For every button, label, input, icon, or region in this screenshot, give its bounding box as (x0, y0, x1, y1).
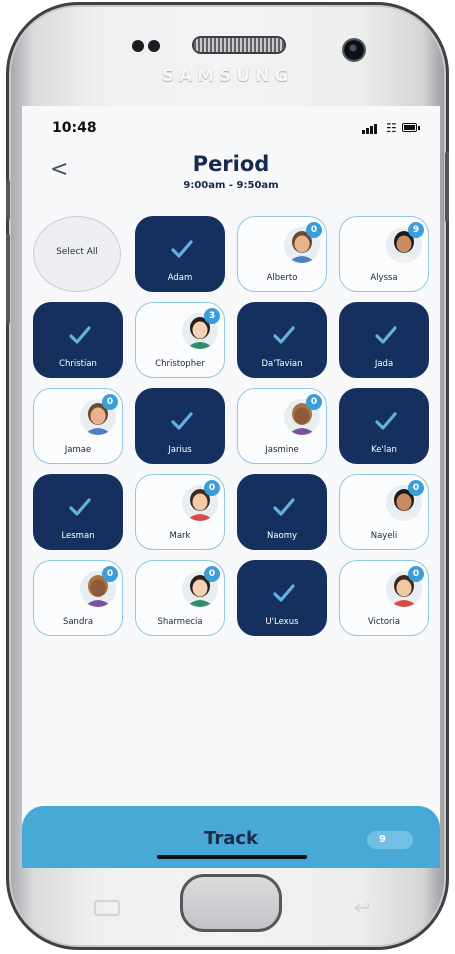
student-tile[interactable]: Christian (33, 302, 123, 378)
home-indicator (157, 855, 307, 859)
count-badge: 0 (306, 222, 322, 238)
checkmark-icon (375, 412, 397, 430)
student-name: Christian (59, 359, 97, 369)
count-badge: 0 (204, 566, 220, 582)
student-name: Ke'lan (371, 445, 397, 455)
home-button[interactable] (180, 874, 282, 932)
student-name: Jasmine (265, 445, 299, 455)
volume-up-button (6, 180, 10, 220)
front-camera-icon (344, 40, 364, 60)
status-icons: ☷ (362, 122, 422, 134)
back-key-icon[interactable]: ↩ (354, 895, 371, 919)
student-name: Sharmecia (157, 617, 203, 627)
checkmark-icon (375, 326, 397, 344)
status-time: 10:48 (52, 120, 97, 136)
brand-logo: SAMSUNG (161, 66, 294, 86)
earpiece-speaker (194, 38, 284, 52)
checkmark-icon (69, 326, 91, 344)
recent-apps-icon[interactable] (94, 900, 120, 916)
period-time: 9:00am - 9:50am (183, 180, 279, 191)
student-tile[interactable]: Adam (135, 216, 225, 292)
selected-count-badge: 9 (367, 831, 413, 849)
student-name: Mark (169, 531, 191, 541)
student-tile[interactable]: 0 Alberto (237, 216, 327, 292)
student-tile[interactable]: U'Lexus (237, 560, 327, 636)
student-tile[interactable]: Lesman (33, 474, 123, 550)
student-tile[interactable]: 9 Alyssa (339, 216, 429, 292)
student-name: U'Lexus (265, 617, 299, 627)
student-tile[interactable]: 3 Christopher (135, 302, 225, 378)
volume-down-button (6, 234, 10, 324)
count-badge: 0 (102, 394, 118, 410)
student-name: Alyssa (370, 273, 398, 283)
student-name: Adam (167, 273, 193, 283)
app-screen: 10:48 ☷ < Period 9:00am - 9:50am Select … (22, 106, 440, 868)
count-badge: 3 (204, 308, 220, 324)
student-name: Victoria (367, 617, 401, 627)
phone-frame: SAMSUNG ↩ 10:48 ☷ < Period 9:00am - 9:50… (6, 2, 449, 950)
student-name: Jarius (168, 445, 192, 455)
student-name: Alberto (266, 273, 298, 283)
student-name: Christopher (155, 359, 205, 369)
student-name: Jamae (64, 445, 92, 455)
student-tile[interactable]: 0 Nayeli (339, 474, 429, 550)
checkmark-icon (171, 412, 193, 430)
student-name: Lesman (61, 531, 95, 541)
student-tile[interactable]: 0 Jasmine (237, 388, 327, 464)
power-button (445, 152, 449, 222)
count-badge: 0 (306, 394, 322, 410)
student-tile[interactable]: Naomy (237, 474, 327, 550)
wifi-icon: ☷ (386, 121, 397, 135)
checkmark-icon (69, 498, 91, 516)
checkmark-icon (273, 584, 295, 602)
select-all-label: Select All (56, 247, 98, 257)
battery-icon (402, 123, 417, 132)
student-tile[interactable]: Jada (339, 302, 429, 378)
student-tile[interactable]: Ke'lan (339, 388, 429, 464)
page-title: Period (192, 152, 270, 176)
student-tile[interactable]: 0 Sandra (33, 560, 123, 636)
count-badge: 9 (408, 222, 424, 238)
checkmark-icon (273, 326, 295, 344)
select-all-button[interactable]: Select All (33, 216, 121, 292)
checkmark-icon (171, 240, 193, 258)
track-button[interactable]: Track 9 (22, 806, 440, 868)
student-tile[interactable]: 0 Sharmecia (135, 560, 225, 636)
count-badge: 0 (204, 480, 220, 496)
student-tile[interactable]: 0 Jamae (33, 388, 123, 464)
student-tile[interactable]: Da'Tavian (237, 302, 327, 378)
sensor-icon (148, 40, 160, 52)
count-badge: 0 (102, 566, 118, 582)
student-grid: Select All Adam 0 Alberto 9 Alyssa Christian 3… (33, 216, 433, 636)
student-tile[interactable]: 0 Victoria (339, 560, 429, 636)
sensor-icon (132, 40, 144, 52)
student-name: Nayeli (370, 531, 398, 541)
count-badge: 0 (408, 566, 424, 582)
signal-icon (362, 130, 365, 134)
student-name: Naomy (266, 531, 298, 541)
checkmark-icon (273, 498, 295, 516)
student-tile[interactable]: Jarius (135, 388, 225, 464)
count-badge: 0 (408, 480, 424, 496)
student-tile[interactable]: 0 Mark (135, 474, 225, 550)
student-name: Da'Tavian (261, 359, 303, 369)
student-name: Sandra (62, 617, 94, 627)
student-name: Jada (374, 359, 394, 369)
